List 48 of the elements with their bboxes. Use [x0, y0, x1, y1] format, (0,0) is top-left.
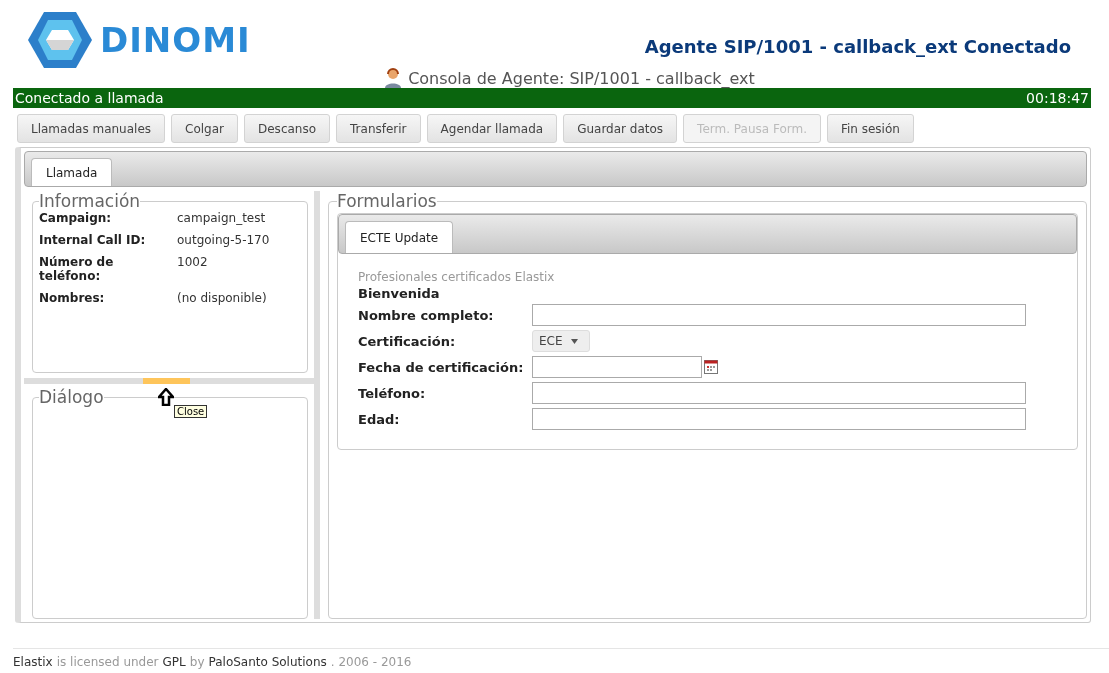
toolbar-button[interactable]: Llamadas manuales: [17, 114, 166, 143]
info-label: Número de teléfono:: [39, 255, 115, 283]
field-label: Fecha de certificación:: [358, 359, 525, 375]
info-label: Campaign:: [39, 211, 113, 225]
agent-icon: [384, 68, 403, 88]
date-field[interactable]: [532, 356, 702, 378]
input-field[interactable]: [532, 382, 1026, 404]
toolbar-button[interactable]: Guardar datos: [563, 114, 678, 143]
select-field[interactable]: ECE: [532, 330, 590, 352]
input-field[interactable]: [532, 408, 1026, 430]
cursor-icon: [158, 388, 174, 406]
field-label: Teléfono:: [358, 385, 427, 401]
field-label: Nombre completo:: [358, 307, 495, 323]
input-field[interactable]: [532, 304, 1026, 326]
field-label: Edad:: [358, 411, 401, 427]
toolbar-button[interactable]: Fin sesión: [826, 114, 914, 143]
toolbar-button[interactable]: Agendar llamada: [426, 114, 558, 143]
footer-text: Elastix is licensed under GPL by PaloSanto Solutions . 2006 - 2016: [13, 655, 412, 669]
footer-link[interactable]: GPL: [162, 655, 186, 669]
toolbar-button[interactable]: Colgar: [171, 114, 238, 143]
field-label: Certificación:: [358, 333, 457, 349]
logo-text: DINOMI: [100, 20, 251, 60]
info-value: outgoing-5-170: [177, 233, 271, 247]
call-status: Conectado a llamada: [15, 90, 164, 106]
info-value: (no disponible): [177, 291, 268, 305]
panel-title: Formularios: [337, 191, 437, 211]
calendar-icon[interactable]: [704, 360, 718, 374]
agent-status: Agente SIP/1001 - callback_ext Conectado: [644, 36, 1071, 57]
footer-link[interactable]: PaloSanto Solutions: [208, 655, 327, 669]
tooltip: Close: [174, 405, 208, 418]
form-heading: Bienvenida: [358, 286, 441, 301]
logo-icon: [28, 12, 92, 68]
toolbar-button[interactable]: Transferir: [336, 114, 421, 143]
splitter-handle[interactable]: [143, 378, 190, 384]
info-label: Internal Call ID:: [39, 233, 147, 247]
info-value: 1002: [177, 255, 209, 271]
tab[interactable]: ECTE Update: [345, 221, 454, 253]
console-title: Consola de Agente: SIP/1001 - callback_ext: [408, 69, 755, 88]
panel-title: Información: [39, 191, 141, 211]
info-value: campaign_test: [177, 211, 267, 225]
panel-title: Diálogo: [39, 387, 104, 407]
toolbar-button[interactable]: Descanso: [244, 114, 331, 143]
tab[interactable]: Llamada: [31, 158, 113, 186]
info-label: Nombres:: [39, 291, 106, 305]
caret-icon: [570, 338, 578, 344]
call-timer: 00:18:47: [1026, 90, 1089, 106]
footer-link[interactable]: Elastix: [13, 655, 53, 669]
form-subtitle: Profesionales certificados Elastix: [358, 270, 556, 284]
